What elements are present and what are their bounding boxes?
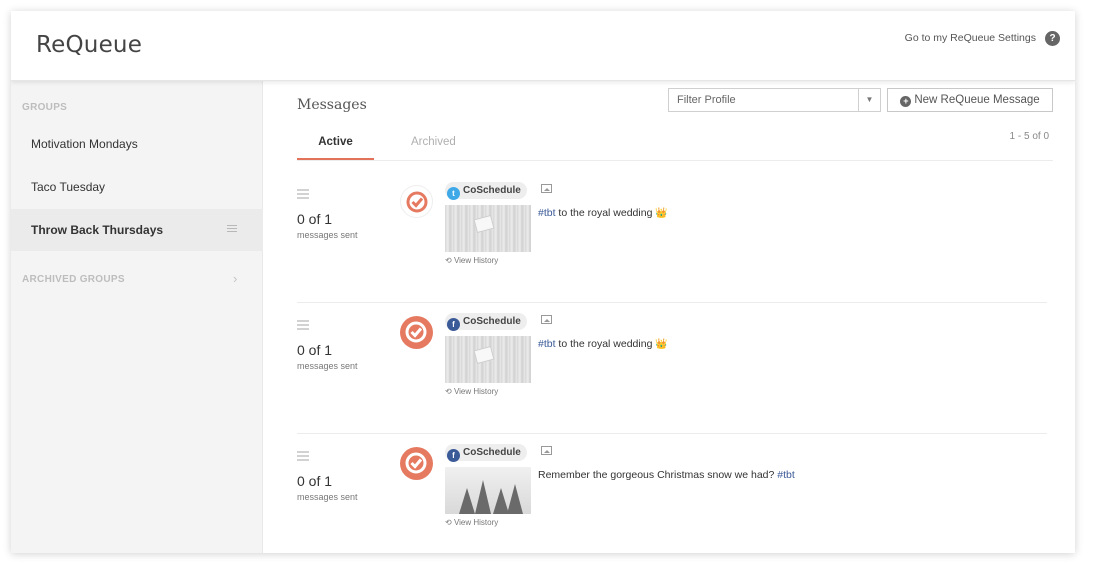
message-thumbnail[interactable]	[445, 467, 531, 514]
new-message-label: New ReQueue Message	[914, 94, 1040, 106]
message-thumbnail[interactable]	[445, 205, 531, 252]
drag-handle-icon[interactable]	[297, 189, 309, 201]
message-row: 0 of 1 messages sent t CoSchedule #tbt to…	[297, 172, 1047, 303]
sent-label: messages sent	[297, 492, 358, 502]
profile-pill: f CoSchedule	[445, 313, 527, 331]
main-content: Messages Filter Profile ▼ + New ReQueue M…	[263, 81, 1075, 553]
view-history-link[interactable]: ⟲ View History	[445, 256, 498, 265]
view-history-link[interactable]: ⟲ View History	[445, 387, 498, 396]
coschedule-avatar	[400, 447, 433, 480]
settings-link[interactable]: Go to my ReQueue Settings	[905, 32, 1036, 44]
profile-pill: t CoSchedule	[445, 182, 527, 200]
history-icon: ⟲	[445, 518, 452, 527]
archived-groups-heading[interactable]: ARCHIVED GROUPS	[22, 274, 125, 285]
tabs-divider	[297, 160, 1053, 161]
sidebar-item-motivation-mondays[interactable]: Motivation Mondays	[11, 123, 263, 165]
sidebar: GROUPS Motivation Mondays Taco Tuesday T…	[11, 81, 263, 553]
pagination-count: 1 - 5 of 0	[1009, 131, 1049, 142]
coschedule-avatar	[400, 316, 433, 349]
sidebar-item-label: Throw Back Thursdays	[31, 223, 164, 237]
drag-handle-icon[interactable]	[227, 225, 237, 234]
history-label: View History	[453, 387, 499, 396]
hashtag[interactable]: #tbt	[538, 207, 556, 219]
image-icon	[541, 315, 552, 324]
drag-handle-icon[interactable]	[297, 320, 309, 332]
crown-emoji: 👑	[655, 208, 668, 219]
add-icon: +	[900, 96, 912, 107]
profile-name: CoSchedule	[463, 185, 521, 196]
app-header: ReQueue Go to my ReQueue Settings ?	[11, 11, 1075, 81]
message-text: Remember the gorgeous Christmas snow we …	[538, 469, 795, 481]
sent-count: 0 of 1	[297, 342, 333, 358]
facebook-icon: f	[447, 318, 460, 331]
new-requeue-message-button[interactable]: + New ReQueue Message	[887, 88, 1053, 112]
history-label: View History	[453, 518, 499, 527]
message-body: to the royal wedding	[555, 207, 656, 219]
message-body: to the royal wedding	[555, 338, 656, 350]
history-icon: ⟲	[445, 387, 452, 396]
history-label: View History	[453, 256, 499, 265]
profile-name: CoSchedule	[463, 447, 521, 458]
tab-active[interactable]: Active	[297, 136, 374, 160]
message-thumbnail[interactable]	[445, 336, 531, 383]
view-history-link[interactable]: ⟲ View History	[445, 518, 498, 527]
filter-profile-label: Filter Profile	[677, 94, 736, 106]
image-icon	[541, 184, 552, 193]
drag-handle-icon[interactable]	[297, 451, 309, 463]
help-icon[interactable]: ?	[1045, 31, 1060, 46]
requeue-app: ReQueue Go to my ReQueue Settings ? GROU…	[11, 11, 1075, 553]
message-text: #tbt to the royal wedding 👑	[538, 338, 668, 350]
groups-heading: GROUPS	[22, 102, 68, 113]
image-icon	[541, 446, 552, 455]
message-text: #tbt to the royal wedding 👑	[538, 207, 668, 219]
sidebar-item-taco-tuesday[interactable]: Taco Tuesday	[11, 166, 263, 208]
coschedule-avatar	[400, 185, 433, 218]
sent-label: messages sent	[297, 361, 358, 371]
history-icon: ⟲	[445, 256, 452, 265]
sidebar-item-label: Taco Tuesday	[31, 180, 106, 194]
page-title: Messages	[297, 97, 367, 113]
facebook-icon: f	[447, 449, 460, 462]
twitter-icon: t	[447, 187, 460, 200]
hashtag[interactable]: #tbt	[538, 338, 556, 350]
sent-count: 0 of 1	[297, 473, 333, 489]
message-row: 0 of 1 messages sent f CoSchedule Remembe…	[297, 434, 1047, 553]
chevron-down-icon[interactable]: ▼	[858, 89, 880, 111]
chevron-right-icon[interactable]: ›	[233, 271, 237, 286]
profile-name: CoSchedule	[463, 316, 521, 327]
message-row: 0 of 1 messages sent f CoSchedule #tbt to…	[297, 303, 1047, 434]
profile-pill: f CoSchedule	[445, 444, 527, 462]
tab-archived[interactable]: Archived	[411, 136, 456, 148]
filter-profile-select[interactable]: Filter Profile ▼	[668, 88, 881, 112]
sidebar-item-throw-back-thursdays[interactable]: Throw Back Thursdays	[11, 209, 263, 251]
app-logo: ReQueue	[36, 32, 143, 58]
sidebar-item-label: Motivation Mondays	[31, 137, 138, 151]
hashtag[interactable]: #tbt	[777, 469, 795, 481]
crown-emoji: 👑	[655, 339, 668, 350]
message-body: Remember the gorgeous Christmas snow we …	[538, 469, 778, 481]
sent-count: 0 of 1	[297, 211, 333, 227]
sent-label: messages sent	[297, 230, 358, 240]
